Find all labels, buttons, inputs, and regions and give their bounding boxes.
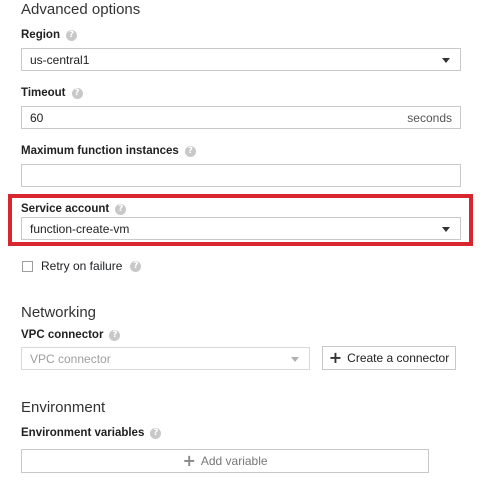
vpc-connector-select[interactable]: VPC connector — [21, 347, 310, 370]
timeout-value: 60 — [30, 110, 44, 125]
region-value: us-central1 — [30, 52, 90, 67]
create-connector-button[interactable]: + Create a connector — [322, 346, 456, 370]
environment-title: Environment — [21, 399, 106, 416]
add-variable-label: Add variable — [200, 454, 268, 468]
help-icon[interactable]: ? — [109, 329, 121, 341]
region-select[interactable]: us-central1 — [21, 48, 461, 71]
env-variables-label: Environment variables ? — [21, 427, 162, 439]
service-account-value: function-create-vm — [30, 221, 130, 236]
help-icon[interactable]: ? — [130, 260, 142, 272]
vpc-connector-label-text: VPC connector — [21, 329, 104, 341]
help-icon[interactable]: ? — [65, 29, 77, 41]
env-variables-label-text: Environment variables — [21, 427, 145, 439]
service-account-label-text: Service account — [21, 203, 110, 215]
retry-label[interactable]: Retry on failure — [41, 259, 122, 273]
create-connector-label: Create a connector — [347, 351, 450, 365]
timeout-label: Timeout ? — [21, 87, 83, 99]
help-icon[interactable]: ? — [150, 427, 162, 439]
networking-title: Networking — [21, 304, 97, 321]
service-account-select[interactable]: function-create-vm — [21, 217, 461, 240]
plus-icon: + — [182, 451, 196, 470]
retry-row: Retry on failure ? — [22, 259, 142, 273]
chevron-down-icon — [442, 58, 450, 63]
retry-checkbox[interactable] — [22, 260, 33, 272]
vpc-connector-placeholder: VPC connector — [30, 351, 111, 366]
timeout-label-text: Timeout — [21, 87, 66, 99]
max-instances-label-text: Maximum function instances — [21, 145, 179, 157]
vpc-connector-label: VPC connector ? — [21, 329, 121, 341]
max-instances-label: Maximum function instances ? — [21, 145, 196, 157]
help-icon[interactable]: ? — [184, 145, 196, 157]
region-label-text: Region — [21, 29, 60, 41]
max-instances-input[interactable] — [21, 164, 461, 187]
timeout-unit: seconds — [407, 111, 452, 125]
service-account-label: Service account ? — [21, 203, 127, 215]
timeout-input[interactable]: 60 seconds — [21, 106, 461, 129]
help-icon[interactable]: ? — [71, 87, 83, 99]
help-icon[interactable]: ? — [115, 203, 127, 215]
chevron-down-icon — [291, 357, 299, 362]
chevron-down-icon — [442, 227, 450, 232]
region-label: Region ? — [21, 29, 77, 41]
add-variable-button[interactable]: + Add variable — [21, 449, 429, 473]
advanced-options-title: Advanced options — [21, 1, 141, 18]
plus-icon: + — [328, 348, 343, 367]
